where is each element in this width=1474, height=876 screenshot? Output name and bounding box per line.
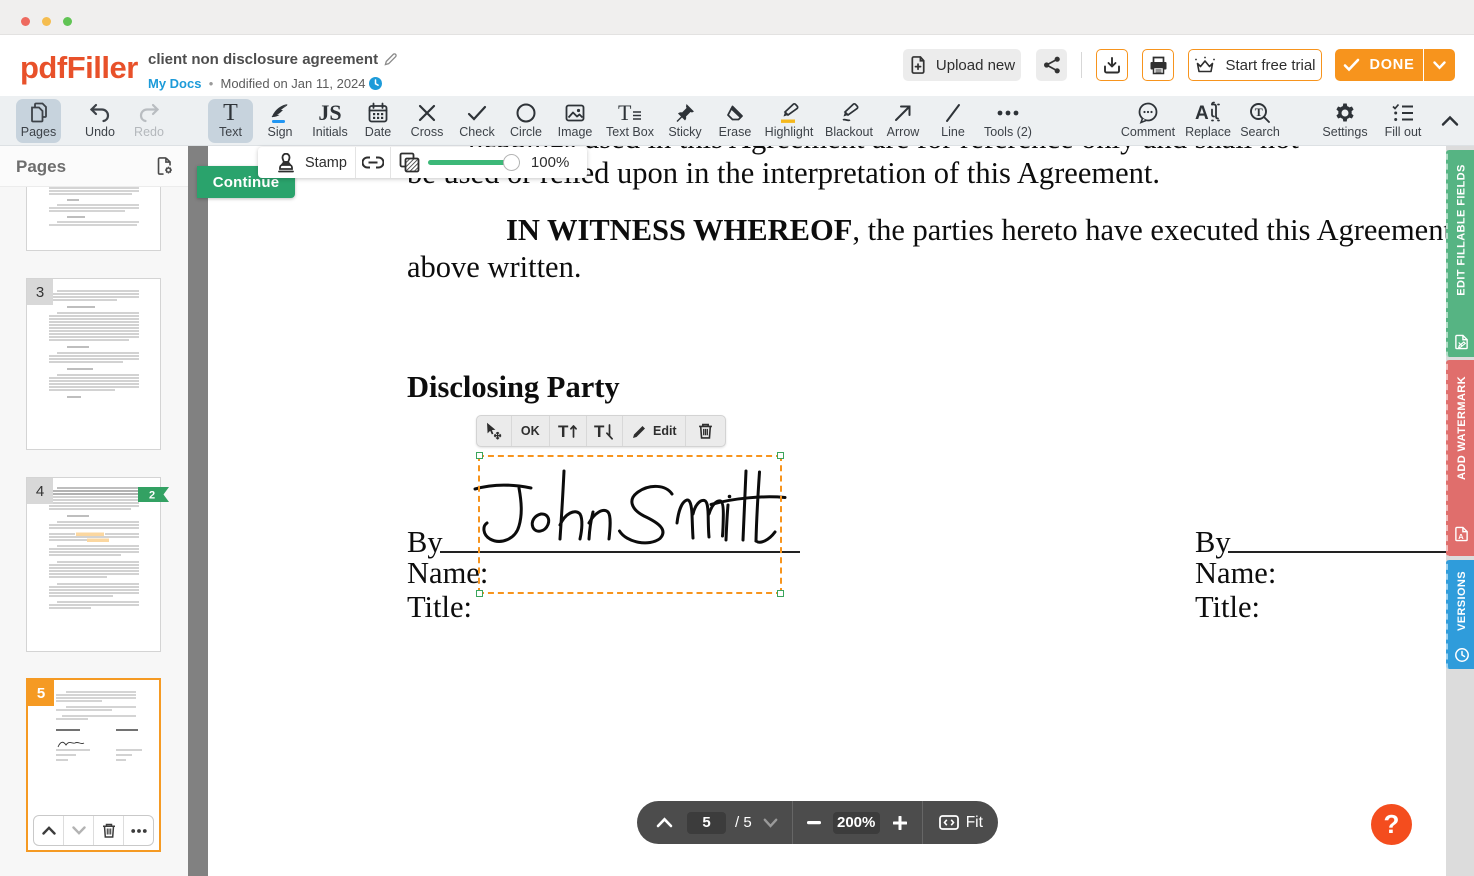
svg-text:T: T — [618, 102, 632, 124]
svg-text:T: T — [558, 422, 569, 440]
svg-text:T: T — [594, 422, 605, 440]
svg-text:T: T — [1255, 105, 1263, 119]
svg-text:A: A — [1458, 532, 1464, 541]
svg-text:2: 2 — [149, 490, 155, 502]
svg-text:A: A — [1195, 103, 1209, 124]
